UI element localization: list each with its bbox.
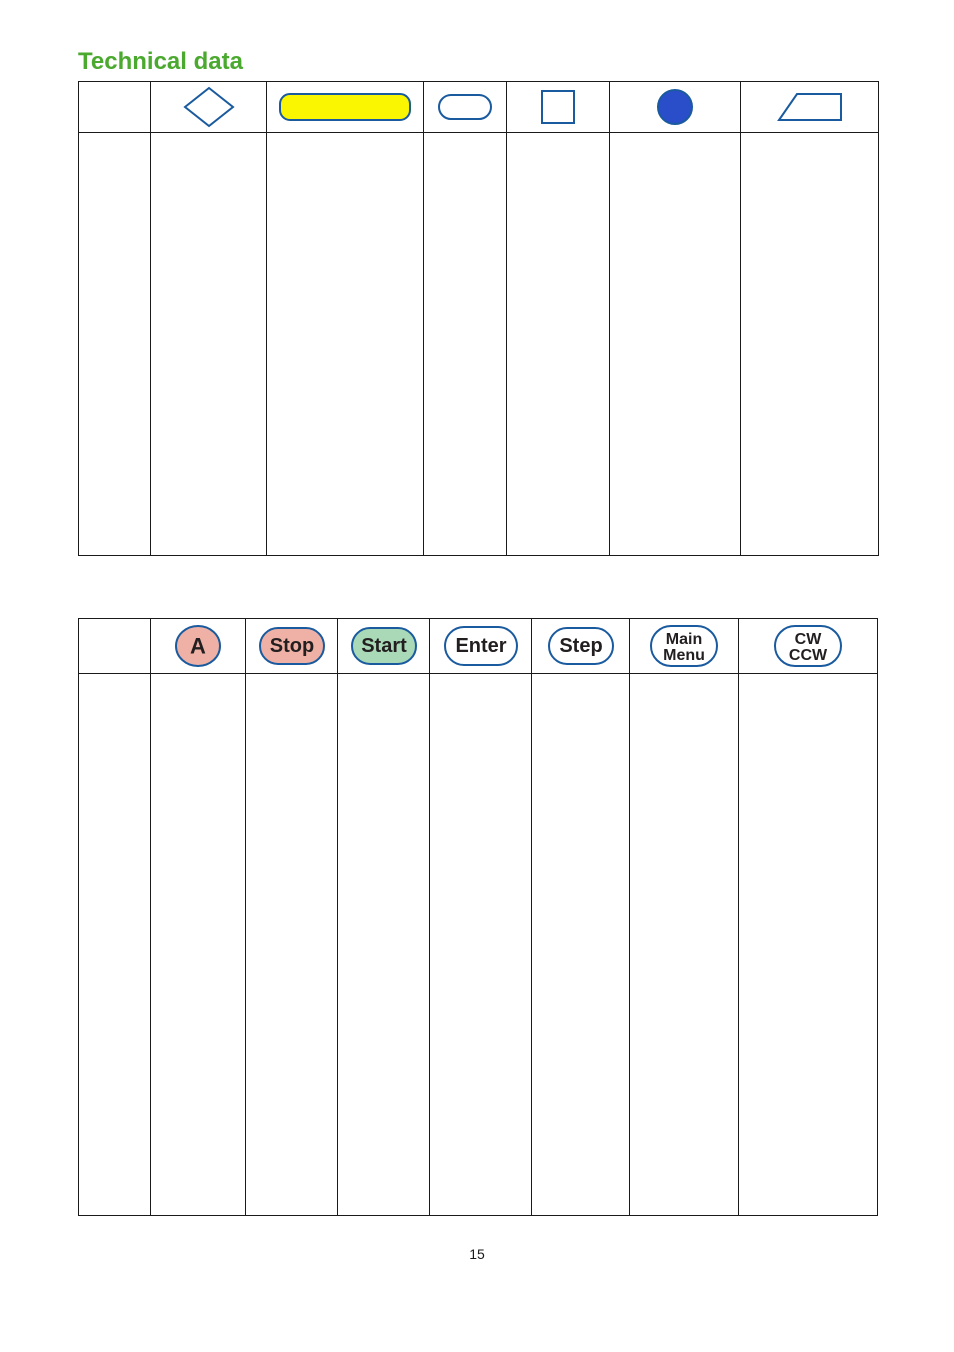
t2-c3 [338, 674, 430, 1216]
t2-c7 [739, 674, 878, 1216]
t1-c6 [741, 133, 879, 556]
svg-text:Stop: Stop [269, 635, 313, 657]
mainmenu-button-icon: MainMenu [648, 623, 720, 669]
t1-header-stadium [424, 82, 507, 133]
start-button-icon: Start [349, 625, 419, 667]
btn-cwccw-slot: CWCCW [739, 623, 877, 669]
t1-rowhdr [79, 133, 151, 556]
btn-stop-slot: Stop [246, 625, 337, 667]
t1-header-diamond [151, 82, 267, 133]
t1-header-blank [79, 82, 151, 133]
stop-button-icon: Stop [257, 625, 327, 667]
btn-start-slot: Start [338, 625, 429, 667]
a-button-icon: A [173, 623, 223, 669]
t2-header-enter: Enter [430, 619, 532, 674]
t2-header-start: Start [338, 619, 430, 674]
t2-header-stop: Stop [246, 619, 338, 674]
t2-c2 [246, 674, 338, 1216]
t1-c1 [151, 133, 267, 556]
svg-text:A: A [190, 634, 206, 659]
t1-header-yellow-pill [267, 82, 424, 133]
btn-enter-slot: Enter [430, 624, 531, 668]
t1-header-square [507, 82, 610, 133]
t2-c1 [151, 674, 246, 1216]
svg-text:Start: Start [361, 635, 407, 657]
t2-rowhdr [79, 674, 151, 1216]
t2-header-step: Step [532, 619, 630, 674]
t2-c4 [430, 674, 532, 1216]
t2-header-cwccw: CWCCW [739, 619, 878, 674]
square-icon [538, 87, 578, 127]
t2-header-a: A [151, 619, 246, 674]
yellow-rounded-rect-icon [277, 91, 413, 123]
cwccw-button-icon: CWCCW [772, 623, 844, 669]
t2-c6 [630, 674, 739, 1216]
technical-data-table-buttons: A Stop Start Enter Step MainMenu CWCCW [78, 618, 878, 1216]
svg-text:Main: Main [666, 631, 702, 648]
stadium-icon [436, 92, 494, 122]
trapezoid-icon [775, 90, 845, 124]
t2-header-mainmenu: MainMenu [630, 619, 739, 674]
page-number: 15 [0, 1246, 954, 1262]
section-heading: Technical data [78, 48, 243, 76]
t2-c5 [532, 674, 630, 1216]
step-button-icon: Step [546, 625, 616, 667]
t1-c5 [610, 133, 741, 556]
btn-mainmenu-slot: MainMenu [630, 623, 738, 669]
technical-data-table-shapes [78, 81, 879, 556]
t1-header-trapezoid [741, 82, 879, 133]
svg-text:Enter: Enter [455, 635, 506, 657]
t1-header-blue-circle [610, 82, 741, 133]
t1-c2 [267, 133, 424, 556]
blue-circle-icon [654, 86, 696, 128]
t1-c4 [507, 133, 610, 556]
btn-step-slot: Step [532, 625, 629, 667]
svg-text:Menu: Menu [663, 647, 705, 664]
enter-button-icon: Enter [442, 624, 520, 668]
diamond-icon [182, 85, 236, 129]
t1-c3 [424, 133, 507, 556]
t2-header-blank [79, 619, 151, 674]
svg-text:CW: CW [795, 631, 823, 648]
svg-text:Step: Step [559, 635, 602, 657]
btn-a-slot: A [151, 623, 245, 669]
svg-text:CCW: CCW [789, 647, 828, 664]
